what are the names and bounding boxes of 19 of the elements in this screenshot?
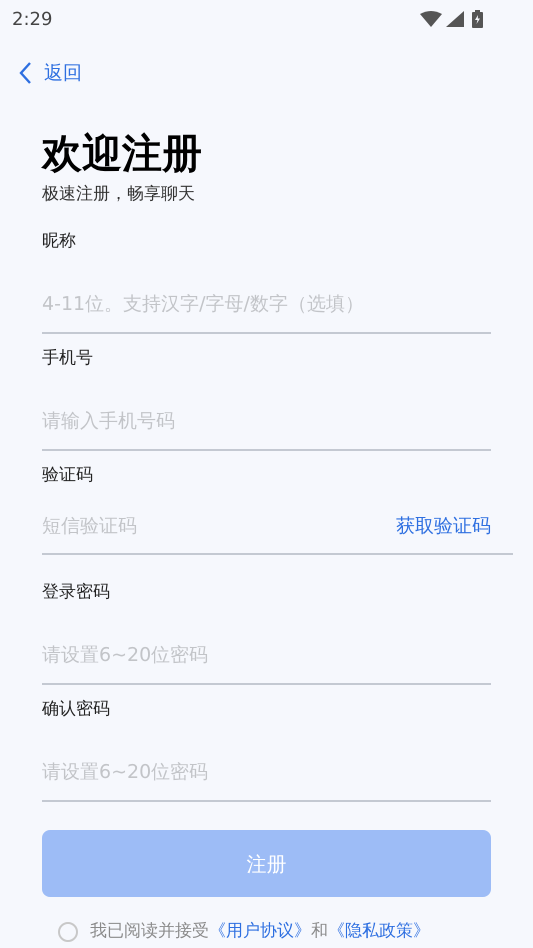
signal-icon <box>446 11 464 27</box>
agreement-checkbox[interactable] <box>58 922 78 942</box>
user-agreement-link[interactable]: 《用户协议》 <box>209 919 311 944</box>
field-label: 登录密码 <box>42 581 111 604</box>
field-label: 手机号 <box>42 347 94 370</box>
field-label: 确认密码 <box>42 698 111 721</box>
agreement-and-text: 和 <box>311 920 328 943</box>
get-code-button[interactable]: 获取验证码 <box>396 512 491 541</box>
back-button[interactable]: 返回 <box>18 59 82 88</box>
wifi-icon <box>420 11 442 27</box>
page-subtitle: 极速注册，畅享聊天 <box>42 182 196 206</box>
agreement-text: 我已阅读并接受 <box>90 920 209 943</box>
status-time: 2:29 <box>12 8 52 32</box>
battery-icon <box>472 10 483 28</box>
chevron-left-icon <box>18 61 32 86</box>
page-title: 欢迎注册 <box>42 130 203 178</box>
field-label: 验证码 <box>42 464 94 487</box>
privacy-policy-link[interactable]: 《隐私政策》 <box>328 919 430 944</box>
field-label: 昵称 <box>42 230 77 253</box>
